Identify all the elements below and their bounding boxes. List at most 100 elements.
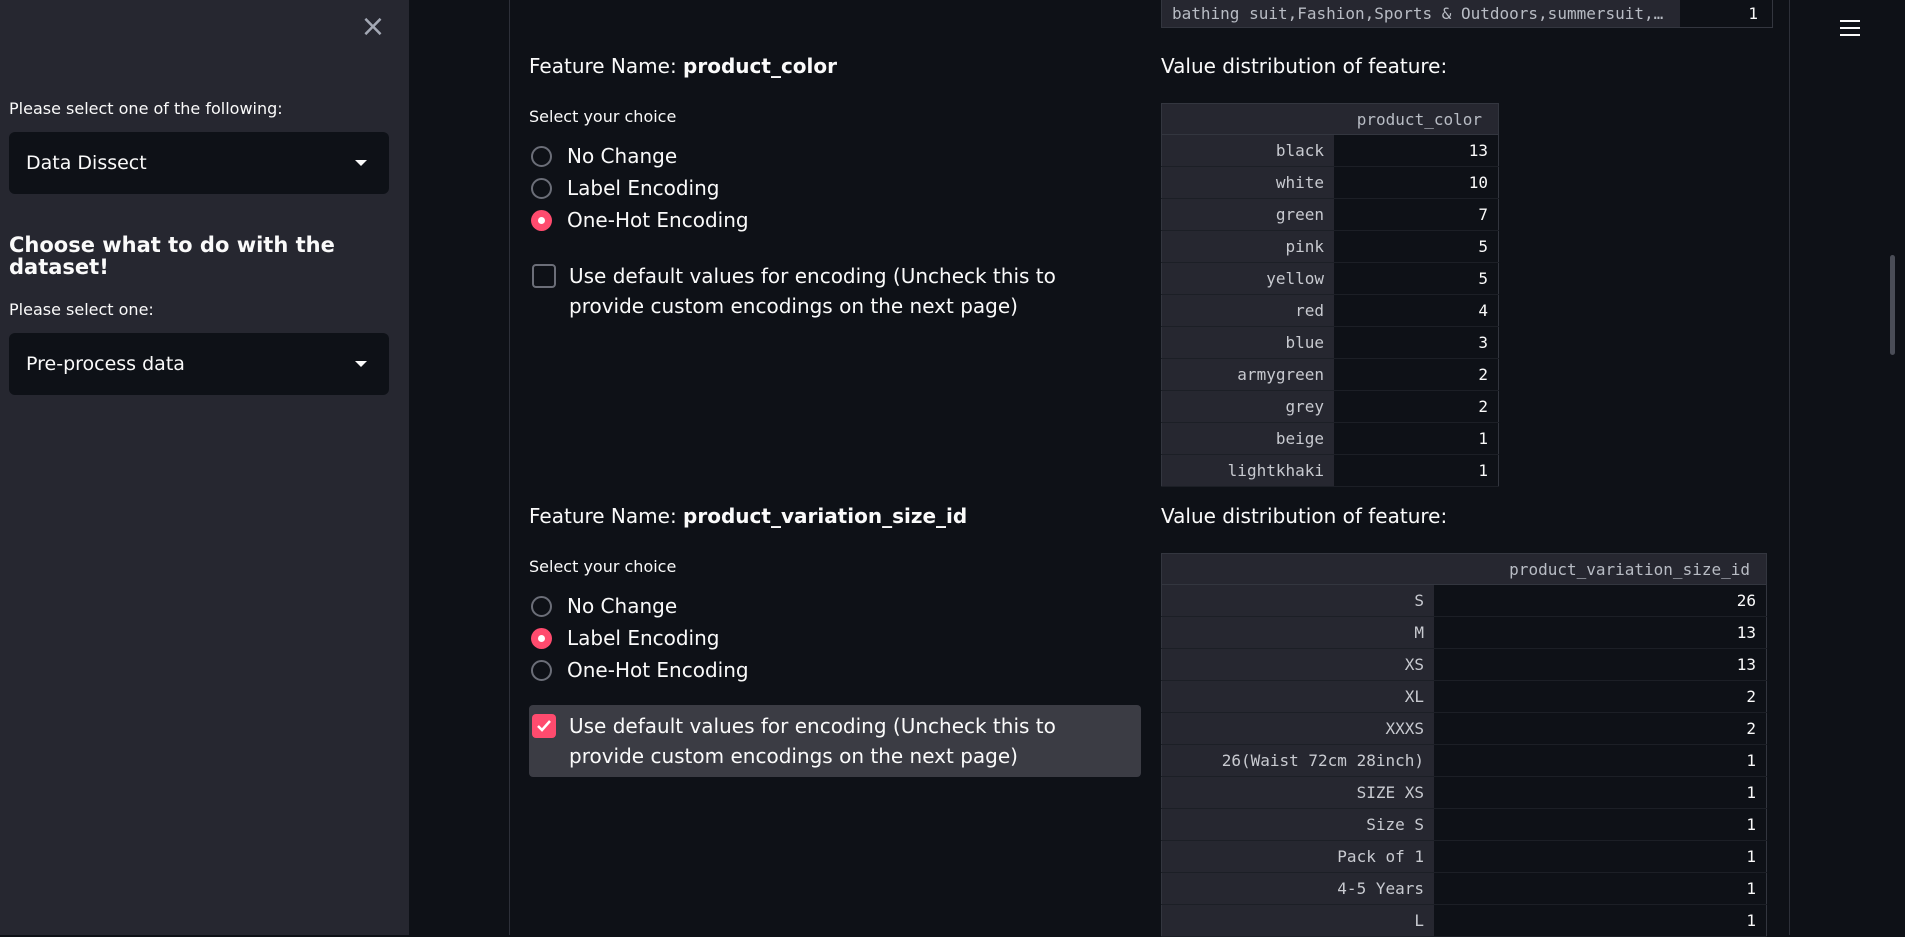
- table-row: pink 5: [1161, 230, 1499, 263]
- radio-label-encoding[interactable]: Label Encoding: [531, 626, 719, 650]
- radio-label: No Change: [567, 144, 678, 168]
- radio-label: Label Encoding: [567, 626, 720, 650]
- table-row-count: 2: [1334, 358, 1499, 391]
- previous-table-last-row: bathing suit,Fashion,Sports & Outdoors,s…: [1161, 0, 1773, 28]
- radio-label-encoding[interactable]: Label Encoding: [531, 176, 719, 200]
- table-row-count: 7: [1334, 198, 1499, 231]
- sidebar-heading: Choose what to do with the dataset!: [9, 233, 335, 279]
- table-row-index: pink: [1161, 230, 1334, 263]
- action-select-value: Pre-process data: [26, 353, 185, 375]
- action-select[interactable]: Pre-process data: [9, 333, 389, 395]
- checkbox-label: Use default values for encoding (Uncheck…: [569, 264, 1056, 318]
- table-row-count: 5: [1334, 262, 1499, 295]
- table-row-index: XS: [1161, 648, 1434, 681]
- table-row-count: 13: [1334, 134, 1499, 167]
- table-column-header: product_variation_size_id: [1434, 553, 1767, 585]
- table-row-count: 1: [1434, 744, 1767, 777]
- table-row-count: 26: [1434, 584, 1767, 617]
- chevron-down-icon: [355, 160, 367, 166]
- table-row: 4-5 Years 1: [1161, 872, 1767, 905]
- table-row-index: 4-5 Years: [1161, 872, 1434, 905]
- table-row: beige 1: [1161, 422, 1499, 455]
- table-row: S 26: [1161, 584, 1767, 617]
- radio-label: One-Hot Encoding: [567, 658, 749, 682]
- default-encoding-checkbox[interactable]: Use default values for encoding (Uncheck…: [529, 705, 1141, 777]
- table-row: white 10: [1161, 166, 1499, 199]
- radio-one-hot-encoding[interactable]: One-Hot Encoding: [531, 658, 749, 682]
- menu-icon[interactable]: [1840, 20, 1860, 38]
- feature-name-prefix: Feature Name:: [529, 504, 677, 528]
- table-index-header: [1161, 103, 1334, 135]
- table-row-index: yellow: [1161, 262, 1334, 295]
- radio-selected-icon: [531, 209, 552, 231]
- default-encoding-checkbox[interactable]: Use default values for encoding (Uncheck…: [529, 255, 1141, 327]
- table-row-count: 4: [1334, 294, 1499, 327]
- value-distribution-title: Value distribution of feature:: [1161, 54, 1448, 78]
- radio-label: Label Encoding: [567, 176, 720, 200]
- table-row-count: 1: [1434, 776, 1767, 809]
- table-row-count: 13: [1434, 616, 1767, 649]
- table-row: Size S1: [1161, 808, 1767, 841]
- table-row-index: black: [1161, 134, 1334, 167]
- table-row-index: grey: [1161, 390, 1334, 423]
- close-icon[interactable]: ×: [360, 12, 386, 42]
- table-row-index: S: [1161, 584, 1434, 617]
- table-row-count: 1: [1334, 454, 1499, 487]
- radio-no-change[interactable]: No Change: [531, 594, 677, 618]
- table-row-index: XXXS: [1161, 712, 1434, 745]
- feature-name-value: product_color: [683, 54, 837, 78]
- table-row: yellow 5: [1161, 262, 1499, 295]
- feature-name-title: Feature Name: product_color: [529, 54, 837, 78]
- radio-no-change[interactable]: No Change: [531, 144, 677, 168]
- radio-circle-icon: [531, 145, 552, 167]
- radio-one-hot-encoding[interactable]: One-Hot Encoding: [531, 208, 749, 232]
- table-row: M 13: [1161, 616, 1767, 649]
- radio-label: No Change: [567, 594, 678, 618]
- table-row: SIZE XS 1: [1161, 776, 1767, 809]
- app-mode-select[interactable]: Data Dissect: [9, 132, 389, 194]
- table-row-index: lightkhaki: [1161, 454, 1334, 487]
- table-row-count: 10: [1334, 166, 1499, 199]
- choice-label: Select your choice: [529, 557, 677, 576]
- table-row: L1: [1161, 904, 1767, 937]
- table-row-count: 5: [1334, 230, 1499, 263]
- table-row-index: white: [1161, 166, 1334, 199]
- feature-name-title: Feature Name: product_variation_size_id: [529, 504, 967, 528]
- radio-circle-icon: [531, 595, 552, 617]
- table-row: Pack of 11: [1161, 840, 1767, 873]
- table-column-header: product_color: [1334, 103, 1499, 135]
- radio-selected-icon: [531, 627, 552, 649]
- table-row-index: red: [1161, 294, 1334, 327]
- table-row-index: SIZE XS: [1161, 776, 1434, 809]
- table-row-index: M: [1161, 616, 1434, 649]
- value-distribution-table: product_color black 13 white 10 green 7 pink 5 y…: [1161, 103, 1499, 487]
- table-row-count: 2: [1434, 712, 1767, 745]
- radio-circle-icon: [531, 659, 552, 681]
- table-row: XS 13: [1161, 648, 1767, 681]
- choice-label: Select your choice: [529, 107, 677, 126]
- select-label-1: Please select one of the following:: [9, 99, 283, 118]
- table-row-count: 3: [1334, 326, 1499, 359]
- table-row-index: Size S: [1161, 808, 1434, 841]
- table-row-index: L: [1161, 904, 1434, 937]
- checkbox-unchecked-icon: [532, 264, 556, 288]
- table-row: 26(Waist 72cm 28inch) 1: [1161, 744, 1767, 777]
- column-divider-right: [1789, 0, 1790, 935]
- table-index-header: [1161, 553, 1434, 585]
- table-row: armygreen 2: [1161, 358, 1499, 391]
- scrollbar-thumb[interactable]: [1890, 255, 1895, 355]
- table-row-index: armygreen: [1161, 358, 1334, 391]
- table-row-count: 1: [1434, 840, 1767, 873]
- table-row-value: 1: [1748, 4, 1758, 23]
- table-row-count: 1: [1334, 422, 1499, 455]
- table-row-count: 2: [1334, 390, 1499, 423]
- value-distribution-table: product_variation_size_id S 26 M 13 XS 13 XL 2 X…: [1161, 553, 1767, 937]
- table-row-index: 26(Waist 72cm 28inch): [1161, 744, 1434, 777]
- select-label-2: Please select one:: [9, 300, 154, 319]
- table-row: XL 2: [1161, 680, 1767, 713]
- table-row-index: bathing suit,Fashion,Sports & Outdoors,s…: [1162, 0, 1680, 27]
- table-row: grey 2: [1161, 390, 1499, 423]
- table-row-index: Pack of 1: [1161, 840, 1434, 873]
- feature-name-value: product_variation_size_id: [683, 504, 968, 528]
- table-row-index: green: [1161, 198, 1334, 231]
